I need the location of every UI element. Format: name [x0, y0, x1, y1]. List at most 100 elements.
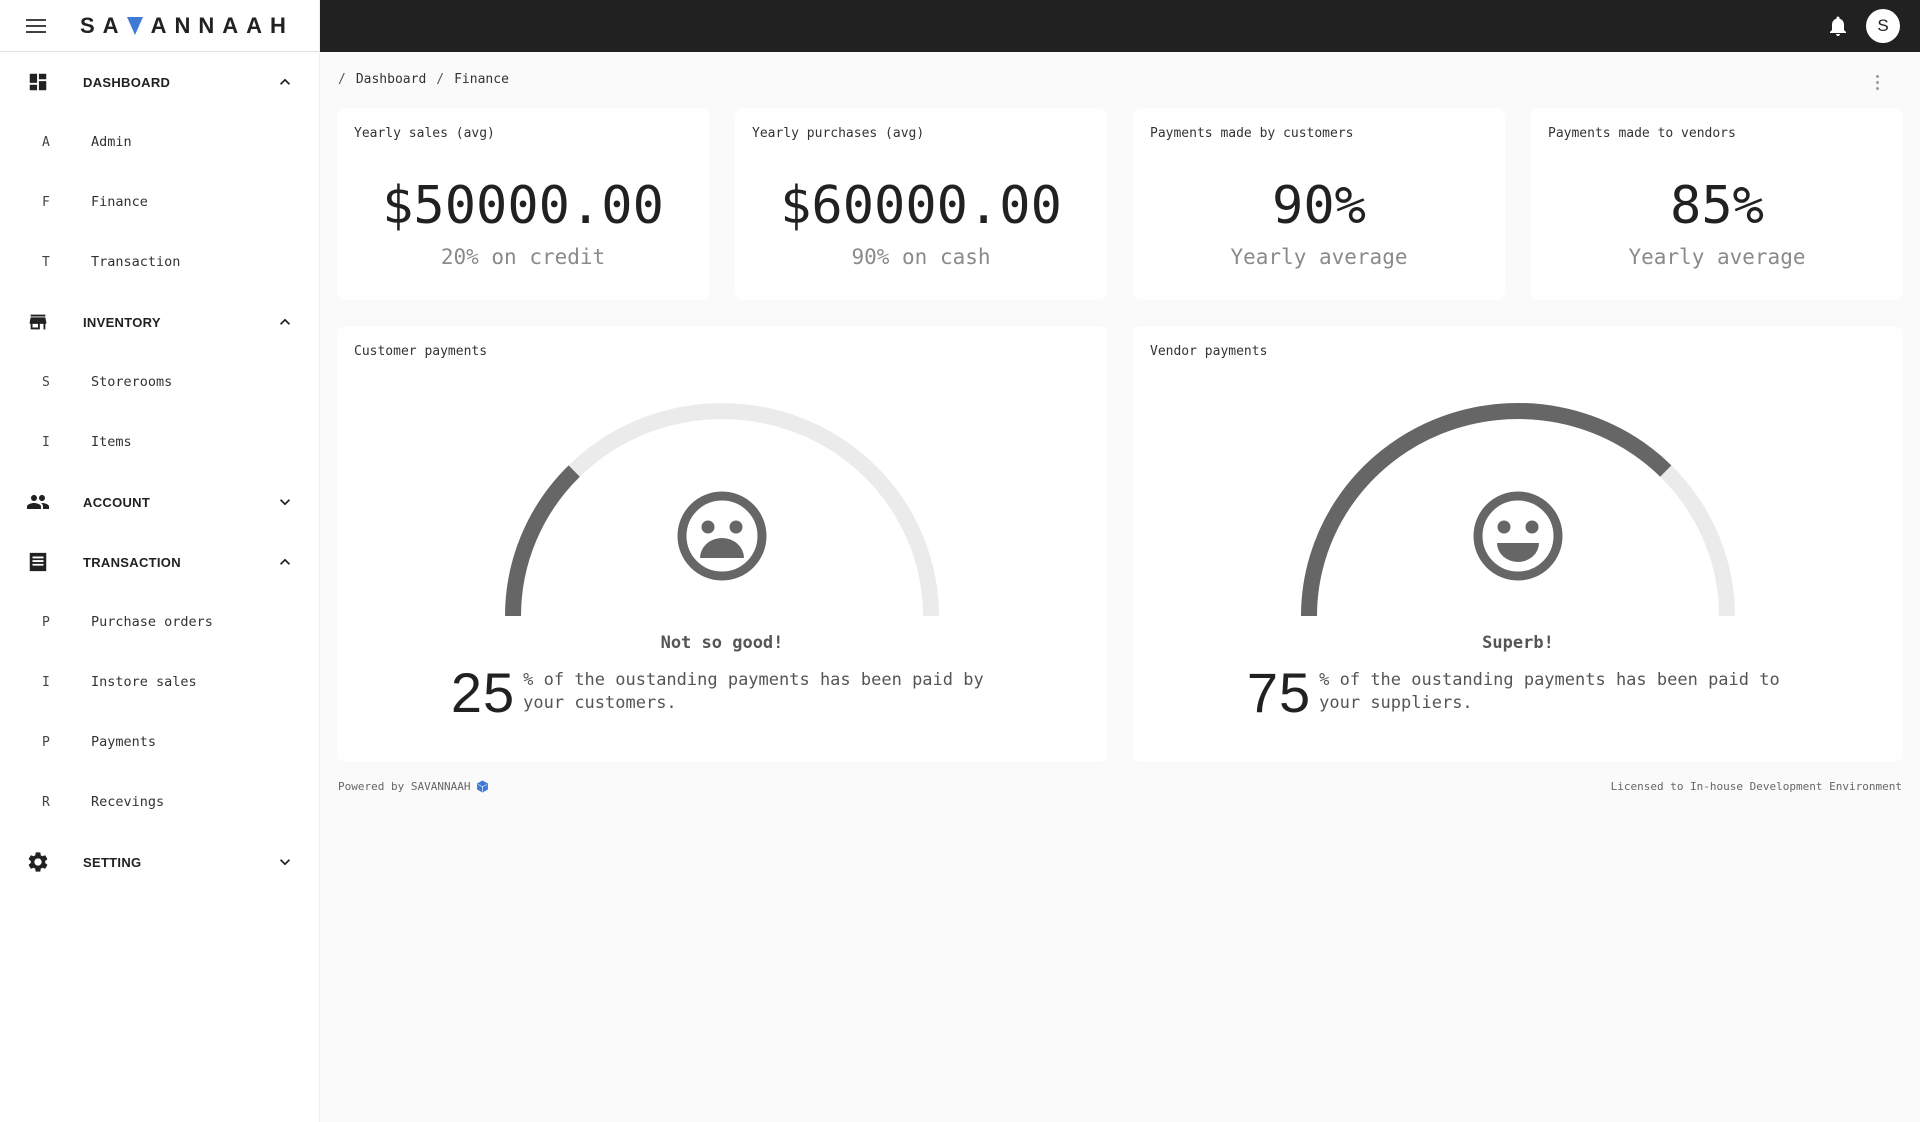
- chevron-up-icon[interactable]: [273, 550, 297, 574]
- sidebar-nav: DASHBOARD A Admin F Finance T Transaction I…: [0, 52, 319, 892]
- customer-payments-gauge: [505, 403, 939, 617]
- sidebar-item-label: Storerooms: [91, 374, 173, 390]
- gauge-description: % of the oustanding payments has been pa…: [1319, 670, 1780, 713]
- footer-powered-by: Powered by SAVANNAAH: [338, 780, 489, 793]
- breadcrumb-separator: /: [436, 72, 445, 87]
- chevron-down-icon[interactable]: [273, 850, 297, 874]
- stat-value: $60000.00: [780, 176, 1062, 236]
- sidebar-item-initial: R: [42, 794, 50, 810]
- gauge-verdict: Not so good!: [660, 633, 784, 653]
- logo-text-start: SA: [80, 12, 127, 38]
- breadcrumb: / Dashboard / Finance: [338, 72, 509, 87]
- sidebar-item-label: Transaction: [91, 254, 181, 270]
- sidebar-item-label: Admin: [91, 134, 132, 150]
- sidebar-item-purchase-orders[interactable]: P Purchase orders: [0, 592, 319, 652]
- gauge-verdict: Superb!: [1482, 633, 1554, 653]
- sidebar-group-label: INVENTORY: [83, 314, 161, 330]
- sidebar-group-inventory[interactable]: INVENTORY: [0, 292, 319, 352]
- sidebar-item-initial: I: [42, 434, 50, 450]
- stat-card-yearly-sales: Yearly sales (avg) $50000.00 20% on cred…: [337, 108, 709, 300]
- stat-title: Payments made to vendors: [1548, 126, 1736, 141]
- gauge-description: % of the oustanding payments has been pa…: [523, 670, 984, 713]
- gauge-percent: 75: [1246, 661, 1312, 724]
- stat-value: $50000.00: [382, 176, 664, 236]
- sidebar-item-label: Recevings: [91, 794, 165, 810]
- sidebar-item-initial: T: [42, 254, 50, 270]
- cube-logo-icon: [477, 780, 489, 793]
- people-icon: [26, 490, 50, 514]
- hamburger-menu-icon[interactable]: [26, 14, 50, 38]
- chevron-up-icon[interactable]: [273, 310, 297, 334]
- gauge-track: [1301, 403, 1735, 617]
- sidebar: SA ANNAAH DASHBOARD A Admin F Finance T Tra…: [0, 0, 320, 1122]
- user-avatar[interactable]: S: [1866, 9, 1900, 43]
- stat-card-customer-payments: Payments made by customers 90% Yearly av…: [1133, 108, 1505, 300]
- chevron-down-icon[interactable]: [273, 490, 297, 514]
- footer-license: Licensed to In-house Development Environ…: [1610, 780, 1902, 793]
- sidebar-group-account[interactable]: ACCOUNT: [0, 472, 319, 532]
- sidebar-item-admin[interactable]: A Admin: [0, 112, 319, 172]
- sidebar-item-initial: P: [42, 734, 50, 750]
- dashboard-icon: [26, 70, 50, 94]
- stat-subtitle: 90% on cash: [851, 245, 991, 269]
- sidebar-item-initial: I: [42, 674, 50, 690]
- sidebar-item-label: Payments: [91, 734, 157, 750]
- sidebar-item-label: Finance: [91, 194, 148, 210]
- sidebar-item-recevings[interactable]: R Recevings: [0, 772, 319, 832]
- logo[interactable]: SA ANNAAH: [80, 13, 294, 39]
- sidebar-item-storerooms[interactable]: S Storerooms: [0, 352, 319, 412]
- sidebar-group-dashboard[interactable]: DASHBOARD: [0, 52, 319, 112]
- sad-face-icon: [677, 491, 767, 581]
- happy-face-icon: [1473, 491, 1563, 581]
- stat-title: Yearly sales (avg): [354, 126, 495, 141]
- sidebar-item-initial: A: [42, 134, 50, 150]
- sidebar-item-finance[interactable]: F Finance: [0, 172, 319, 232]
- sidebar-group-label: DASHBOARD: [83, 74, 171, 90]
- store-icon: [26, 310, 50, 334]
- stat-subtitle: 20% on credit: [440, 245, 606, 269]
- breadcrumb-dashboard[interactable]: Dashboard: [356, 72, 426, 87]
- stat-card-yearly-purchases: Yearly purchases (avg) $60000.00 90% on …: [735, 108, 1107, 300]
- vendor-payments-card: Vendor payments Superb! 75 % of the oust…: [1133, 326, 1903, 762]
- sidebar-item-label: Items: [91, 434, 132, 450]
- stat-title: Payments made by customers: [1150, 126, 1354, 141]
- stat-value: 90%: [1272, 176, 1366, 236]
- vendor-payments-gauge: [1301, 403, 1735, 617]
- logo-text-end: ANNAAH: [150, 12, 294, 38]
- main-content: / Dashboard / Finance Yearly sales (avg)…: [320, 52, 1920, 1122]
- breadcrumb-finance[interactable]: Finance: [454, 72, 509, 87]
- stat-subtitle: Yearly average: [1230, 245, 1408, 269]
- bell-icon[interactable]: [1826, 14, 1850, 38]
- stat-subtitle: Yearly average: [1628, 245, 1806, 269]
- sidebar-item-initial: P: [42, 614, 50, 630]
- gear-icon: [26, 850, 50, 874]
- gauge-title: Customer payments: [354, 344, 488, 359]
- gauge-summary: 75 % of the oustanding payments has been…: [1133, 661, 1903, 724]
- sidebar-item-payments[interactable]: P Payments: [0, 712, 319, 772]
- stat-value: 85%: [1670, 176, 1764, 236]
- sidebar-group-label: TRANSACTION: [83, 554, 181, 570]
- receipt-icon: [26, 550, 50, 574]
- sidebar-group-label: ACCOUNT: [83, 494, 151, 510]
- sidebar-item-initial: S: [42, 374, 50, 390]
- sidebar-group-label: SETTING: [83, 854, 142, 870]
- breadcrumb-separator: /: [338, 72, 346, 87]
- stat-card-vendor-payments: Payments made to vendors 85% Yearly aver…: [1531, 108, 1903, 300]
- gauge-summary: 25 % of the oustanding payments has been…: [337, 661, 1107, 724]
- top-app-bar: S: [320, 0, 1920, 52]
- sidebar-item-instore-sales[interactable]: I Instore sales: [0, 652, 319, 712]
- sidebar-item-transaction[interactable]: T Transaction: [0, 232, 319, 292]
- gauge-title: Vendor payments: [1150, 344, 1268, 359]
- sidebar-group-setting[interactable]: SETTING: [0, 832, 319, 892]
- sidebar-item-items[interactable]: I Items: [0, 412, 319, 472]
- sidebar-group-transaction[interactable]: TRANSACTION: [0, 532, 319, 592]
- more-options-icon[interactable]: [1872, 72, 1882, 92]
- chevron-up-icon[interactable]: [273, 70, 297, 94]
- logo-triangle-icon: [126, 16, 143, 35]
- brand-bar: SA ANNAAH: [0, 0, 319, 52]
- sidebar-item-label: Purchase orders: [91, 614, 213, 630]
- sidebar-item-label: Instore sales: [91, 674, 197, 690]
- gauge-percent: 25: [450, 661, 516, 724]
- powered-by-text: Powered by SAVANNAAH: [338, 780, 471, 793]
- sidebar-item-initial: F: [42, 194, 50, 210]
